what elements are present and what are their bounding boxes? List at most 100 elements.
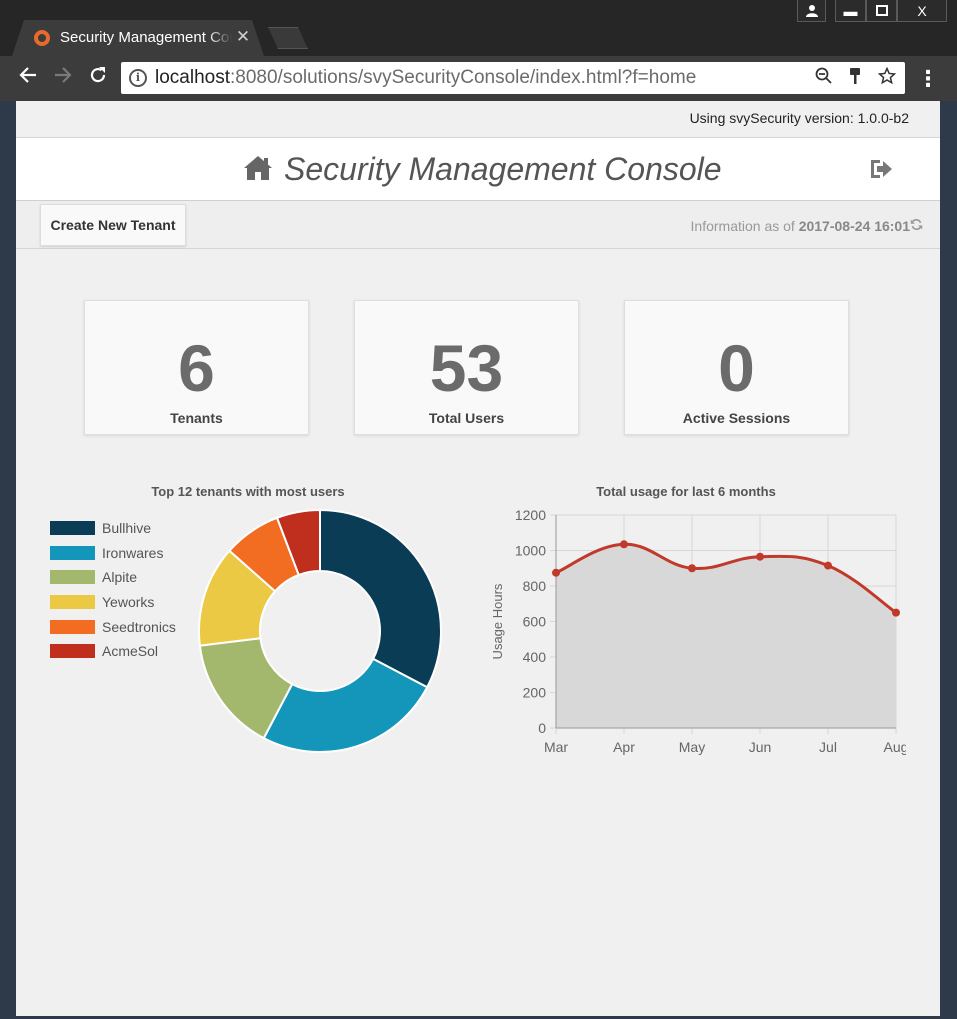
x-tick-label: May [679, 739, 705, 755]
stat-card-tenants[interactable]: 6 Tenants [84, 300, 309, 435]
legend-swatch [50, 595, 95, 610]
data-point-jun[interactable] [756, 552, 764, 561]
home-icon[interactable] [243, 154, 273, 182]
browser-window: Security Management Console ✕ ▬ X [0, 0, 957, 1019]
area-chart[interactable]: 0 200 400 600 800 1000 1200 Mar Apr May Jun Jul Aug U… [466, 497, 906, 757]
browser-menu-button[interactable]: ⋮ [916, 66, 940, 92]
legend-label: AcmeSol [102, 643, 159, 660]
data-point-may[interactable] [688, 564, 696, 573]
close-icon: X [917, 3, 927, 19]
legend-label: Alpite [102, 569, 138, 586]
stat-label: Active Sessions [682, 410, 791, 426]
data-point-mar[interactable] [552, 568, 560, 577]
page-title: Security Management Console [284, 151, 722, 187]
arrow-left-icon [19, 67, 36, 83]
donut-chart[interactable] [196, 507, 446, 757]
action-bar: Create New Tenant Information as of 2017… [16, 201, 940, 249]
reload-icon [90, 67, 106, 83]
x-tick-label: Jun [749, 739, 772, 755]
legend-item[interactable]: AcmeSol [50, 642, 210, 667]
legend-item[interactable]: Seedtronics [50, 618, 210, 643]
x-tick-label: Apr [613, 739, 635, 755]
page-content: Using svySecurity version: 1.0.0-b2 Secu… [16, 101, 940, 1016]
back-button[interactable] [14, 64, 42, 92]
data-point-aug[interactable] [892, 608, 900, 617]
version-text: Using svySecurity version: 1.0.0-b2 [689, 110, 909, 126]
new-tab-button[interactable] [268, 27, 308, 49]
stat-value: 6 [178, 331, 215, 405]
url-host: localhost [155, 67, 230, 88]
legend-item[interactable]: Alpite [50, 568, 210, 593]
legend-label: Ironwares [102, 544, 164, 561]
arrow-right-icon [55, 67, 72, 83]
minimize-button[interactable]: ▬ [835, 0, 866, 22]
legend-item[interactable]: Ironwares [50, 544, 210, 569]
info-prefix: Information as of [690, 218, 799, 234]
extension-button[interactable] [844, 67, 866, 89]
create-tenant-button[interactable]: Create New Tenant [40, 204, 186, 246]
y-tick-label: 200 [523, 685, 547, 701]
y-tick-label: 1000 [515, 543, 546, 559]
y-tick-label: 600 [523, 614, 547, 630]
stat-value: 0 [718, 331, 755, 405]
stat-value: 53 [429, 331, 504, 405]
reload-button[interactable] [84, 64, 112, 92]
stat-label: Tenants [170, 410, 223, 426]
browser-toolbar: i localhost:8080/solutions/svySecurityCo… [0, 56, 957, 101]
stat-card-total-users[interactable]: 53 Total Users [354, 300, 579, 435]
logout-icon[interactable] [869, 158, 893, 180]
x-tick-label: Jul [819, 739, 837, 755]
y-axis-label: Usage Hours [490, 583, 505, 659]
y-tick-label: 1200 [515, 507, 546, 523]
info-icon[interactable]: i [129, 69, 147, 87]
key-icon [850, 68, 860, 84]
window-frame-right [940, 101, 957, 1019]
browser-tab[interactable]: Security Management Console ✕ [12, 20, 264, 56]
stat-label: Total Users [428, 410, 505, 426]
maximize-icon [875, 5, 888, 16]
forward-button[interactable] [49, 64, 77, 92]
refresh-icon[interactable] [910, 218, 924, 234]
legend-item[interactable]: Bullhive [50, 519, 210, 544]
legend-swatch [50, 644, 95, 659]
legend-swatch [50, 521, 95, 535]
version-bar: Using svySecurity version: 1.0.0-b2 [16, 101, 940, 137]
tab-strip: Security Management Console ✕ ▬ X [0, 0, 957, 56]
x-tick-label: Mar [544, 739, 568, 755]
legend-swatch [50, 545, 95, 560]
data-point-apr[interactable] [620, 540, 628, 549]
maximize-button[interactable] [866, 0, 897, 22]
profile-button[interactable] [797, 0, 826, 22]
donut-legend: Bullhive Ironwares Alpite Yeworks Seedtronic… [50, 519, 210, 667]
legend-item[interactable]: Yeworks [50, 593, 210, 618]
zoom-button[interactable] [813, 67, 835, 89]
y-tick-label: 400 [523, 649, 547, 665]
servoy-favicon-icon [34, 30, 50, 46]
legend-label: Seedtronics [102, 618, 176, 635]
info-timestamp: 2017-08-24 16:01 [798, 218, 910, 234]
legend-label: Yeworks [102, 594, 155, 611]
donut-slice-bullhive[interactable] [319, 508, 442, 689]
tab-title: Security Management Console [60, 29, 232, 49]
page-header: Security Management Console [16, 137, 940, 201]
user-icon [805, 5, 818, 17]
legend-swatch [50, 570, 95, 585]
data-point-jul[interactable] [824, 561, 832, 570]
y-tick-label: 0 [538, 720, 546, 736]
minimize-icon: ▬ [843, 3, 858, 19]
donut-chart-title: Top 12 tenants with most users [151, 484, 345, 499]
close-window-button[interactable]: X [897, 0, 947, 22]
url-path: :8080/solutions/svySecurityConsole/index… [230, 67, 697, 88]
window-frame-left [0, 101, 16, 1019]
zoom-out-icon [815, 67, 832, 84]
y-tick-label: 800 [523, 578, 547, 594]
tab-close-icon[interactable]: ✕ [234, 27, 252, 47]
url-text: localhost:8080/solutions/svySecurityCons… [155, 67, 696, 89]
info-as-of: Information as of 2017-08-24 16:01 [691, 218, 910, 234]
more-vert-icon: ⋮ [917, 66, 939, 91]
bookmark-button[interactable] [876, 66, 898, 89]
legend-swatch [50, 619, 95, 634]
stat-card-active-sessions[interactable]: 0 Active Sessions [624, 300, 849, 435]
x-tick-label: Aug [884, 739, 906, 755]
address-bar[interactable]: i localhost:8080/solutions/svySecurityCo… [121, 62, 905, 94]
